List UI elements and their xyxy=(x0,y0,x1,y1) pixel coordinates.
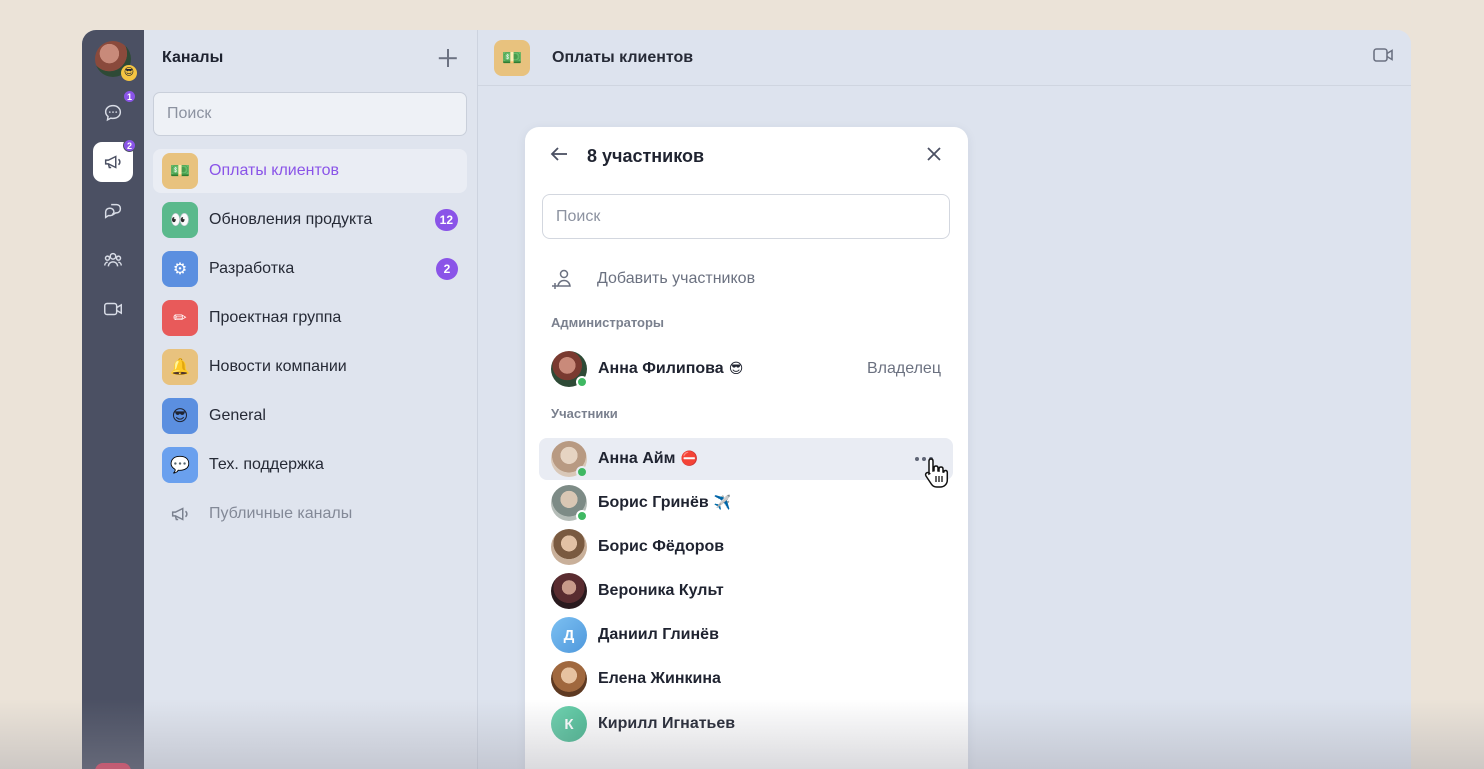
unread-badge: 12 xyxy=(434,209,458,231)
member-row[interactable]: Елена Жинкина xyxy=(539,658,953,700)
member-row[interactable]: Вероника Культ xyxy=(539,570,953,612)
threads-icon xyxy=(104,203,122,219)
member-row[interactable]: Анна Айм ⛔ xyxy=(539,438,953,488)
back-button[interactable] xyxy=(547,142,571,171)
member-name: Даниил Глинёв xyxy=(598,626,719,643)
members-count-title: 8 участников xyxy=(587,145,705,166)
plus-icon[interactable] xyxy=(437,47,459,69)
rail-bottom-indicator xyxy=(95,763,131,769)
gear-icon: ⚙ xyxy=(162,251,198,287)
megaphone-icon xyxy=(104,155,121,169)
rail-channels-button[interactable]: 2 xyxy=(93,139,136,182)
rail-channels-badge: 2 xyxy=(123,139,136,152)
unread-badge: 2 xyxy=(436,258,458,280)
rail-calls-button[interactable] xyxy=(93,289,133,329)
channel-item-company-news[interactable]: 🔔 Новости компании xyxy=(153,345,467,389)
channels-sidebar: Каналы 💵 Оплаты клиентов 👀 Обновления пр… xyxy=(144,30,478,769)
channels-search-input[interactable] xyxy=(153,92,467,136)
pencil-icon: ✏ xyxy=(162,300,198,336)
channels-list: 💵 Оплаты клиентов 👀 Обновления продукта … xyxy=(153,149,467,541)
channel-item-payments[interactable]: 💵 Оплаты клиентов xyxy=(153,149,467,193)
rail-chats-badge: 1 xyxy=(123,90,136,103)
owner-row[interactable]: Анна Филипова 😎 Владелец xyxy=(539,348,953,390)
channel-name: General xyxy=(209,407,266,424)
cool-face-icon: 😎 xyxy=(162,398,198,434)
video-call-button[interactable] xyxy=(1371,43,1395,72)
close-icon xyxy=(927,146,941,161)
channel-name: Проектная группа xyxy=(209,309,342,326)
public-channels-link[interactable]: Публичные каналы xyxy=(153,492,467,536)
avatar: К xyxy=(551,706,587,742)
channel-item-project-group[interactable]: ✏ Проектная группа xyxy=(153,296,467,340)
avatar xyxy=(551,529,587,565)
member-name: Кирилл Игнатьев xyxy=(598,715,736,732)
member-row[interactable]: Борис Фёдоров xyxy=(539,526,953,568)
members-section-label: Участники xyxy=(551,406,618,421)
channels-header: Каналы xyxy=(144,30,477,86)
channel-name: Обновления продукта xyxy=(209,211,373,228)
channel-item-support[interactable]: 💬 Тех. поддержка xyxy=(153,443,467,487)
online-indicator xyxy=(576,466,588,478)
channel-header: 💵 Оплаты клиентов xyxy=(478,30,1411,86)
status-emoji-icon: 😎 xyxy=(728,360,744,376)
rail-contacts-button[interactable] xyxy=(93,240,133,280)
status-emoji-icon: ✈️ xyxy=(713,494,732,510)
avatar xyxy=(551,351,588,388)
video-camera-icon xyxy=(104,302,122,316)
avatar xyxy=(551,485,588,522)
owner-role-label: Владелец xyxy=(866,360,941,377)
bell-icon: 🔔 xyxy=(162,349,198,385)
channel-name: Оплаты клиентов xyxy=(209,162,339,179)
user-avatar[interactable]: 😎 xyxy=(95,41,137,81)
megaphone-icon xyxy=(162,496,198,532)
channel-item-product-updates[interactable]: 👀 Обновления продукта 12 xyxy=(153,198,467,242)
members-panel: 8 участников Добавить участников Админис… xyxy=(525,127,968,769)
rail-chats-button[interactable]: 1 xyxy=(93,90,136,133)
admins-section-label: Администраторы xyxy=(551,315,665,330)
avatar: Д xyxy=(551,617,587,653)
member-row[interactable]: Борис Гринёв ✈️ xyxy=(539,482,953,524)
arrow-left-icon xyxy=(550,146,567,161)
channel-title: Оплаты клиентов xyxy=(552,48,694,66)
member-row[interactable]: К Кирилл Игнатьев xyxy=(539,703,953,745)
avatar xyxy=(551,661,587,697)
channels-title: Каналы xyxy=(162,49,224,66)
member-name: Анна Айм ⛔ xyxy=(598,450,698,467)
members-panel-header: 8 участников xyxy=(525,127,968,185)
video-camera-icon xyxy=(1373,48,1393,62)
money-icon: 💵 xyxy=(162,153,198,189)
channel-name: Новости компании xyxy=(209,358,347,375)
member-name: Борис Фёдоров xyxy=(598,538,725,555)
public-channels-label: Публичные каналы xyxy=(209,505,353,522)
icon-rail: 😎 1 2 xyxy=(82,30,144,769)
member-name: Анна Филипова 😎 xyxy=(598,360,744,377)
member-name: Вероника Культ xyxy=(598,582,724,599)
main-area: 💵 Оплаты клиентов 8 участников Добавить … xyxy=(478,30,1411,769)
member-name: Елена Жинкина xyxy=(598,670,721,687)
rail-threads-button[interactable] xyxy=(93,191,133,231)
channel-item-development[interactable]: ⚙ Разработка 2 xyxy=(153,247,467,291)
close-button[interactable] xyxy=(922,142,946,171)
add-members-label: Добавить участников xyxy=(597,270,756,287)
online-indicator xyxy=(576,510,588,522)
channel-item-general[interactable]: 😎 General xyxy=(153,394,467,438)
status-emoji-icon: ⛔ xyxy=(680,450,698,466)
channel-name: Разработка xyxy=(209,260,295,277)
add-user-icon xyxy=(552,269,571,289)
money-icon: 💵 xyxy=(494,39,530,76)
add-members-button[interactable]: Добавить участников xyxy=(551,261,755,297)
member-row[interactable]: Д Даниил Глинёв xyxy=(539,614,953,656)
speech-bubble-icon: 💬 xyxy=(162,447,198,483)
avatar xyxy=(551,573,587,609)
channel-name: Тех. поддержка xyxy=(209,456,324,473)
member-name: Борис Гринёв ✈️ xyxy=(598,494,732,511)
app-window: 😎 1 2 Каналы 💵 Опл xyxy=(82,30,1411,769)
eyes-icon: 👀 xyxy=(162,202,198,238)
status-emoji-icon: 😎 xyxy=(121,65,137,81)
chat-bubble-icon xyxy=(104,104,122,122)
online-indicator xyxy=(576,376,588,388)
members-search-input[interactable] xyxy=(542,194,950,239)
people-icon xyxy=(104,252,122,267)
avatar xyxy=(551,441,588,478)
